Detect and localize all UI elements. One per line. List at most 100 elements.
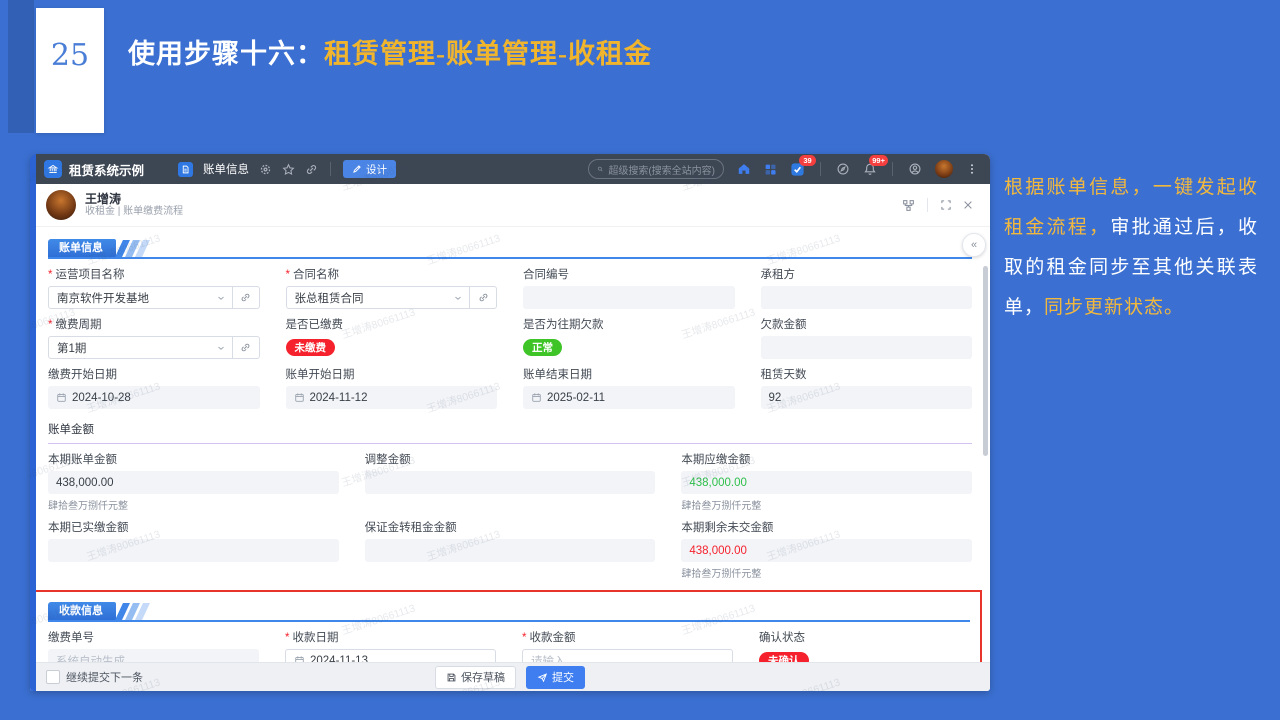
field-bill-amt: 本期账单金额 438,000.00 肆拾叁万捌仟元整 bbox=[48, 453, 339, 512]
arrears-input bbox=[760, 336, 972, 359]
bell-icon[interactable]: 99+ bbox=[863, 155, 888, 176]
relation-link-icon[interactable] bbox=[469, 287, 496, 308]
contract-select[interactable]: 张总租赁合同 bbox=[285, 286, 497, 309]
side-note: 根据账单信息，一键发起收租金流程，审批通过后，收取的租金同步至其他关联表单，同步… bbox=[1004, 177, 1258, 318]
save-icon bbox=[447, 673, 456, 681]
field-period: * 缴费周期 第1期 bbox=[48, 318, 260, 359]
tenant-input bbox=[760, 286, 972, 309]
field-arrears: 欠款金额 bbox=[760, 318, 972, 359]
section-title: 账单信息 bbox=[48, 239, 116, 257]
design-button[interactable]: 设计 bbox=[343, 160, 397, 178]
field-due-amt: 本期应缴金额 438,000.00 肆拾叁万捌仟元整 bbox=[681, 453, 972, 512]
ribbon-stripes bbox=[115, 603, 150, 620]
normal-status-badge: 正常 bbox=[523, 339, 562, 356]
field-pay-start: 缴费开始日期 2024-10-28 bbox=[48, 368, 260, 409]
project-select[interactable]: 南京软件开发基地 bbox=[48, 286, 260, 309]
calendar-icon bbox=[294, 392, 305, 403]
field-tenant: 承租方 bbox=[760, 268, 972, 309]
user-avatar-small[interactable] bbox=[935, 160, 953, 178]
receive-amt-input[interactable]: 请输入 bbox=[522, 649, 733, 662]
relation-link-icon[interactable] bbox=[231, 287, 259, 308]
calendar-icon bbox=[531, 392, 542, 403]
paper-plane-icon bbox=[537, 672, 548, 682]
gear-icon[interactable] bbox=[259, 163, 272, 176]
form-subtitle: 收租金 | 账单缴费流程 bbox=[85, 206, 184, 217]
person-icon[interactable] bbox=[908, 162, 922, 176]
todo-badge: 39 bbox=[799, 154, 816, 166]
bill-amt-input: 438,000.00 bbox=[48, 471, 339, 494]
compass-icon[interactable] bbox=[836, 162, 850, 176]
search-input[interactable]: 超级搜索(搜索全站内容) bbox=[588, 159, 724, 179]
bank-icon bbox=[44, 160, 62, 178]
todo-icon[interactable]: 39 bbox=[790, 154, 816, 177]
field-receive-date: * 收款日期 2024-11-13 bbox=[285, 631, 496, 662]
notice-badge: 99+ bbox=[869, 155, 888, 166]
section-bill-info: 账单信息 bbox=[48, 237, 972, 259]
field-receive-amt: * 收款金额 请输入 bbox=[522, 631, 733, 662]
slide-accent-strip bbox=[8, 0, 34, 133]
slide-page-number-box: 25 bbox=[36, 8, 104, 133]
field-adjust-amt: 调整金额 bbox=[364, 453, 656, 512]
app-window: 租赁系统示例 账单信息 设计 超级搜索(搜索全站内容) 39 99+ 王增涛 收… bbox=[30, 154, 990, 691]
field-contract-name: * 合同名称 张总租赁合同 bbox=[285, 268, 497, 309]
close-icon[interactable] bbox=[962, 199, 974, 211]
field-paid-status: 是否已缴费 未缴费 bbox=[285, 319, 343, 356]
receive-date-input[interactable]: 2024-11-13 bbox=[285, 649, 496, 662]
field-bill-end: 账单结束日期 2025-02-11 bbox=[523, 368, 735, 409]
unconfirmed-status-badge: 未确认 bbox=[759, 652, 809, 662]
lease-days-input: 92 bbox=[760, 386, 972, 409]
form-header: 王增涛 收租金 | 账单缴费流程 bbox=[30, 184, 990, 227]
document-icon bbox=[178, 161, 194, 177]
due-amt-input: 438,000.00 bbox=[681, 471, 972, 494]
pay-no-input: 系统自动生成 bbox=[48, 649, 259, 662]
field-pay-no: 缴费单号 系统自动生成 bbox=[48, 631, 259, 662]
vertical-scrollbar[interactable] bbox=[983, 266, 988, 456]
workflow-icon[interactable] bbox=[902, 199, 915, 212]
user-avatar bbox=[46, 190, 76, 220]
form-footer: 继续提交下一条 保存草稿 提交 bbox=[30, 662, 990, 691]
field-project: * 运营项目名称 南京软件开发基地 bbox=[48, 268, 260, 309]
submit-button[interactable]: 提交 bbox=[526, 665, 585, 689]
period-select[interactable]: 第1期 bbox=[48, 336, 260, 359]
contract-no-input bbox=[523, 286, 735, 309]
chevron-down-icon bbox=[216, 343, 226, 353]
app-topbar: 租赁系统示例 账单信息 设计 超级搜索(搜索全站内容) 39 99+ bbox=[30, 154, 990, 184]
brand-label: 租赁系统示例 bbox=[69, 163, 145, 178]
highlight-box: 收款信息 缴费单号 系统自动生成 * 收款日期 2024-11-13 * 收款金额 bbox=[34, 590, 982, 662]
remaining-amt-input: 438,000.00 bbox=[681, 539, 972, 562]
bill-start-date: 2024-11-12 bbox=[285, 386, 497, 409]
section-payment-info: 收款信息 bbox=[48, 600, 970, 622]
slide-page-number: 25 bbox=[50, 38, 90, 73]
pen-icon bbox=[353, 165, 361, 173]
save-draft-button[interactable]: 保存草稿 bbox=[435, 665, 516, 689]
home-icon[interactable] bbox=[737, 162, 751, 176]
deposit-to-rent-input bbox=[364, 539, 656, 562]
relation-link-icon[interactable] bbox=[231, 337, 259, 358]
collapse-panel-button[interactable]: « bbox=[962, 233, 986, 257]
amount-in-words: 肆拾叁万捌仟元整 bbox=[48, 501, 128, 512]
field-bill-start: 账单开始日期 2024-11-12 bbox=[285, 368, 497, 409]
checkbox[interactable] bbox=[46, 670, 60, 684]
section-title: 收款信息 bbox=[48, 602, 116, 620]
amount-in-words: 肆拾叁万捌仟元整 bbox=[681, 569, 762, 580]
form-content: 账单信息 * 运营项目名称 南京软件开发基地 * 合同名称 张总租赁合同 合同编… bbox=[30, 227, 990, 662]
search-icon bbox=[597, 166, 603, 172]
star-icon[interactable] bbox=[282, 163, 295, 176]
subsection-bill-amount: 账单金额 bbox=[48, 421, 972, 444]
paid-amt-input bbox=[48, 539, 339, 562]
field-remaining-amt: 本期剩余未交金额 438,000.00 肆拾叁万捌仟元整 bbox=[681, 521, 972, 580]
fullscreen-icon[interactable] bbox=[940, 199, 952, 211]
continue-submit-checkbox[interactable]: 继续提交下一条 bbox=[46, 669, 143, 685]
tab-bill-info[interactable]: 账单信息 bbox=[203, 161, 249, 177]
field-lease-days: 租赁天数 92 bbox=[760, 368, 972, 409]
slide-title-highlight: 租赁管理-账单管理-收租金 bbox=[324, 39, 652, 69]
kebab-menu-icon[interactable] bbox=[966, 163, 978, 175]
field-deposit-to-rent: 保证金转租金金额 bbox=[364, 521, 656, 580]
apps-grid-icon[interactable] bbox=[764, 163, 777, 176]
user-name: 王增涛 bbox=[85, 192, 122, 206]
brand[interactable]: 租赁系统示例 bbox=[44, 160, 144, 179]
link-icon[interactable] bbox=[305, 163, 318, 176]
ribbon-stripes bbox=[115, 240, 150, 257]
unpaid-status-badge: 未缴费 bbox=[285, 339, 335, 356]
pay-start-date: 2024-10-28 bbox=[48, 386, 260, 409]
